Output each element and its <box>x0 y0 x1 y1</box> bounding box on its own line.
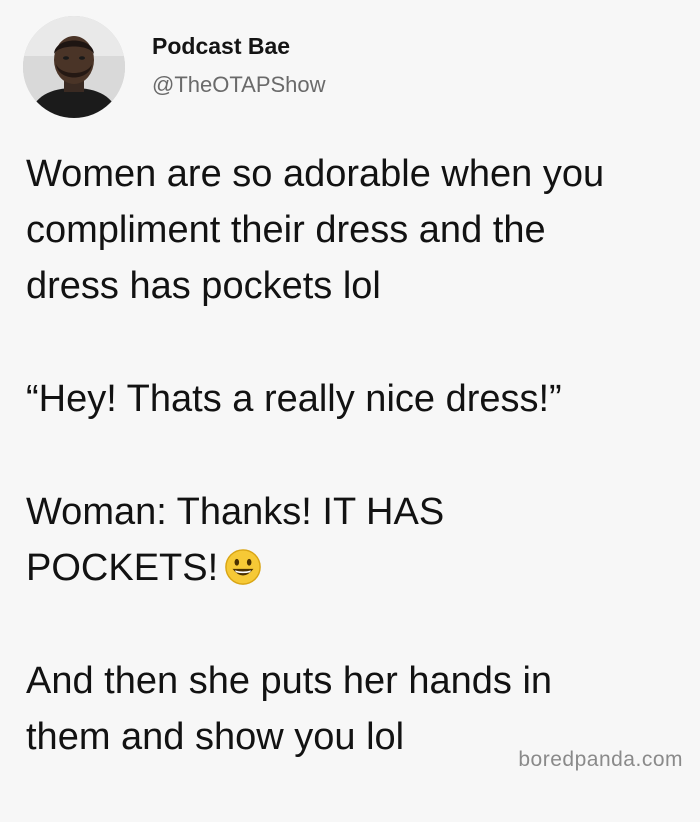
tweet-paragraph: Woman: Thanks! IT HAS POCKETS! <box>26 484 686 596</box>
tweet-line: Women are so adorable when you <box>26 153 605 195</box>
tweet-line: Woman: Thanks! IT HAS <box>26 491 445 533</box>
tweet-line: compliment their dress and the <box>26 209 546 251</box>
grinning-face-emoji-icon <box>225 549 261 585</box>
avatar[interactable] <box>23 16 125 118</box>
tweet-text: Women are so adorable when you complimen… <box>26 146 686 822</box>
tweet-card: Podcast Bae @TheOTAPShow Women are so ad… <box>0 0 700 786</box>
avatar-photo <box>23 16 125 118</box>
author-handle[interactable]: @TheOTAPShow <box>152 72 326 98</box>
tweet-line: “Hey! Thats a really nice dress!” <box>26 378 562 420</box>
author-display-name[interactable]: Podcast Bae <box>152 33 290 60</box>
site-watermark: boredpanda.com <box>518 748 683 771</box>
tweet-paragraph: “Hey! Thats a really nice dress!” <box>26 371 686 427</box>
tweet-paragraph: Women are so adorable when you complimen… <box>26 146 686 314</box>
tweet-line: And then she puts her hands in <box>26 660 553 702</box>
tweet-line: POCKETS! <box>26 547 219 589</box>
tweet-line: dress has pockets lol <box>26 265 381 307</box>
tweet-line-with-emoji: POCKETS! <box>26 540 686 596</box>
